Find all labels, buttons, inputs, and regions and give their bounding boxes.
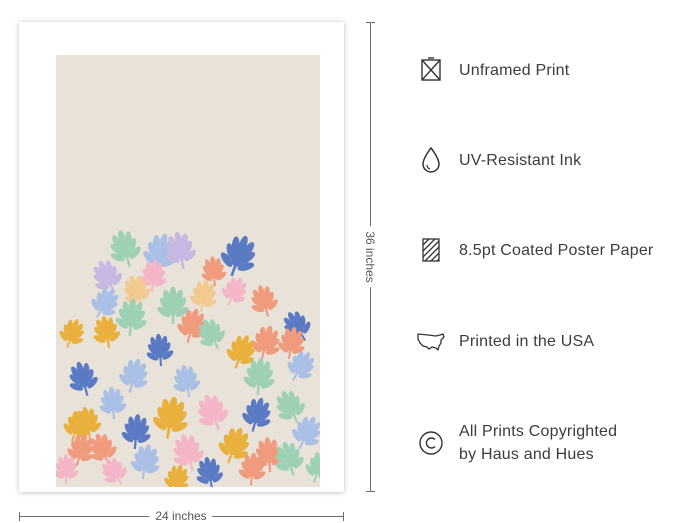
unframed-icon	[416, 55, 446, 85]
feature-copyright: All Prints Copyrighted by Haus and Hues	[416, 420, 617, 466]
feature-paper: 8.5pt Coated Poster Paper	[416, 235, 653, 265]
height-dimension-label: 36 inches	[363, 226, 377, 288]
feature-label: Printed in the USA	[459, 332, 595, 350]
feature-usa: Printed in the USA	[416, 326, 594, 356]
feature-label: All Prints Copyrighted by Haus and Hues	[459, 420, 617, 466]
height-dimension-cap-bottom	[366, 491, 375, 492]
width-dimension-cap-left	[19, 512, 20, 521]
feature-label: Unframed Print	[459, 61, 570, 79]
copyright-icon	[416, 428, 446, 458]
leaf-collage	[56, 55, 320, 487]
feature-label-line2: by Haus and Hues	[459, 446, 594, 463]
feature-label: UV-Resistant Ink	[459, 151, 582, 169]
poster-artwork	[56, 55, 320, 487]
poster-print	[19, 22, 344, 492]
feature-unframed: Unframed Print	[416, 55, 569, 85]
feature-label-line1: All Prints Copyrighted	[459, 423, 618, 440]
feature-uv-ink: UV-Resistant Ink	[416, 145, 581, 175]
height-dimension-cap-top	[366, 22, 375, 23]
usa-map-icon	[416, 326, 446, 356]
feature-label: 8.5pt Coated Poster Paper	[459, 241, 654, 259]
width-dimension-cap-right	[343, 512, 344, 521]
paper-icon	[416, 235, 446, 265]
ink-drop-icon	[416, 145, 446, 175]
